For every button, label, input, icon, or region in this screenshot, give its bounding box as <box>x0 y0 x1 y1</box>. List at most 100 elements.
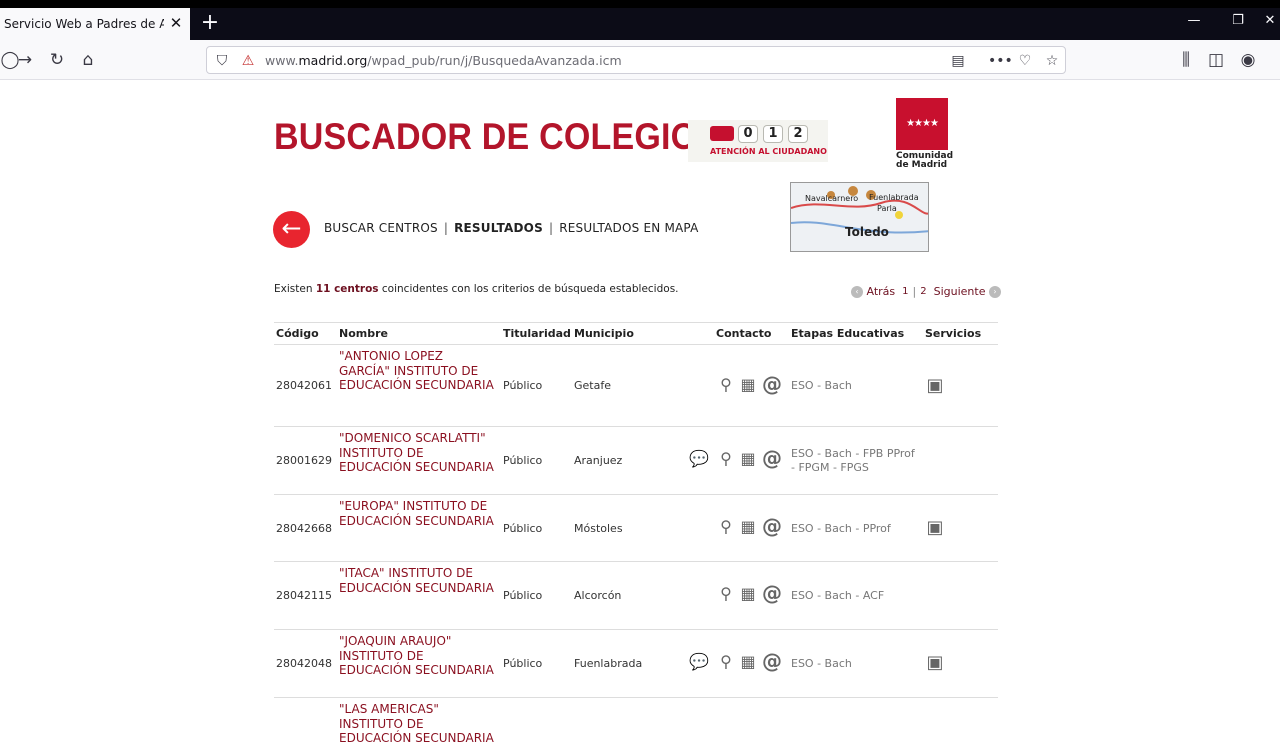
at-sign-icon[interactable]: @ <box>761 448 783 468</box>
cell-nombre-link[interactable]: "DOMENICO SCARLATTI" INSTITUTO DE EDUCAC… <box>339 431 497 475</box>
pager-back-link[interactable]: Atrás <box>867 285 896 298</box>
at-sign-icon[interactable]: @ <box>761 583 783 603</box>
reload-icon[interactable]: ↻ <box>47 50 67 70</box>
bookmark-star-icon[interactable]: ☆ <box>1043 52 1061 70</box>
account-icon[interactable]: ◉ <box>1238 50 1258 70</box>
cell-municipio: Aranjuez <box>574 454 623 467</box>
shield-icon[interactable]: ⛉ <box>213 52 231 70</box>
cell-codigo: 28042061 <box>276 379 332 392</box>
results-table: Código Nombre Titularidad Municipio Cont… <box>274 322 998 745</box>
prev-circle-icon[interactable]: ‹ <box>851 285 863 298</box>
at-sign-icon[interactable]: @ <box>761 374 783 394</box>
attention-badge[interactable]: 0 1 2 ATENCIÓN AL CIUDADANO <box>688 120 828 162</box>
browser-tab[interactable]: Servicio Web a Padres de Alumnos ✕ <box>0 8 190 40</box>
home-icon[interactable]: ⌂ <box>78 50 98 70</box>
cell-codigo: 28042048 <box>276 657 332 670</box>
table-row[interactable]: 28042668 "EUROPA" INSTITUTO DE EDUCACIÓN… <box>274 495 998 562</box>
cell-titularidad: Público <box>503 522 543 535</box>
cell-titularidad: Público <box>503 379 543 392</box>
cell-titularidad: Público <box>503 589 543 602</box>
url-bar[interactable]: ⛉ ⚠ www.madrid.org/wpad_pub/run/j/Busque… <box>206 46 1066 74</box>
more-actions-icon[interactable]: ••• <box>988 52 1013 70</box>
cell-etapas: ESO - Bach - FPB PProf - FPGM - FPGS <box>791 447 915 474</box>
cell-etapas: ESO - Bach - ACF <box>791 589 885 602</box>
header-etapas: Etapas Educativas <box>791 327 905 340</box>
restore-icon[interactable]: ❐ <box>1230 13 1246 29</box>
cell-etapas: ESO - Bach - PProf <box>791 522 891 535</box>
reader-view-icon[interactable]: ▤ <box>949 52 967 70</box>
cell-codigo: 28001629 <box>276 454 332 467</box>
pocket-icon[interactable]: ♡ <box>1016 52 1034 70</box>
map-label: Parla <box>877 204 897 213</box>
table-row[interactable]: 28042048 "JOAQUIN ARAUJO" INSTITUTO DE E… <box>274 630 998 698</box>
badge-digit: 0 <box>738 125 758 143</box>
header-titularidad: Titularidad <box>503 327 571 340</box>
map-city-label: Toledo <box>845 225 889 239</box>
cell-nombre-link[interactable]: "ANTONIO LOPEZ GARCÍA" INSTITUTO DE EDUC… <box>339 349 497 393</box>
at-sign-icon[interactable]: @ <box>761 516 783 536</box>
url-text[interactable]: www.madrid.org/wpad_pub/run/j/BusquedaAv… <box>265 53 622 68</box>
cell-titularidad: Público <box>503 454 543 467</box>
nav-resultados-mapa[interactable]: RESULTADOS EN MAPA <box>559 221 698 235</box>
page-title: BUSCADOR DE COLEGIOS <box>274 116 721 157</box>
phone-icon <box>710 126 734 141</box>
bus-icon[interactable]: ▣ <box>926 518 944 538</box>
table-row[interactable]: 28042115 "ITACA" INSTITUTO DE EDUCACIÓN … <box>274 562 998 630</box>
cell-nombre-link[interactable]: "JOAQUIN ARAUJO" INSTITUTO DE EDUCACIÓN … <box>339 634 497 678</box>
map-pin-icon[interactable]: ⚲ <box>717 652 735 672</box>
pager-page-1[interactable]: 1 <box>902 286 908 297</box>
results-summary: Existen 11 centros coincidentes con los … <box>274 283 679 295</box>
cell-titularidad: Público <box>503 657 543 670</box>
nav-buscar-centros[interactable]: BUSCAR CENTROS <box>324 221 438 235</box>
back-button[interactable]: ← <box>273 211 310 248</box>
phone-fax-icon[interactable]: ▦ <box>739 584 757 604</box>
badge-digit: 2 <box>788 125 808 143</box>
table-row[interactable]: "LAS AMERICAS" INSTITUTO DE EDUCACIÓN SE… <box>274 698 998 745</box>
pager-next-link[interactable]: Siguiente <box>934 285 986 298</box>
library-icon[interactable]: ⫼ <box>1176 50 1196 70</box>
map-pin-icon[interactable]: ⚲ <box>717 449 735 469</box>
table-row[interactable]: 28042061 "ANTONIO LOPEZ GARCÍA" INSTITUT… <box>274 345 998 427</box>
sidebar-icon[interactable]: ◫ <box>1206 50 1226 70</box>
arrow-left-icon: ← <box>281 214 302 242</box>
tab-title: Servicio Web a Padres de Alumnos <box>4 17 164 31</box>
cell-municipio: Alcorcón <box>574 589 622 602</box>
insecure-lock-icon[interactable]: ⚠ <box>239 52 257 70</box>
phone-fax-icon[interactable]: ▦ <box>739 375 757 395</box>
header-codigo: Código <box>276 327 319 340</box>
map-pin-icon[interactable]: ⚲ <box>717 584 735 604</box>
at-sign-icon[interactable]: @ <box>761 651 783 671</box>
bus-icon[interactable]: ▣ <box>926 653 944 673</box>
cell-nombre-link[interactable]: "EUROPA" INSTITUTO DE EDUCACIÓN SECUNDAR… <box>339 499 497 528</box>
forward-arrow-icon[interactable]: → <box>15 50 35 70</box>
new-tab-plus-icon[interactable]: + <box>199 12 221 34</box>
window-close-icon[interactable]: ✕ <box>1262 13 1278 29</box>
phone-fax-icon[interactable]: ▦ <box>739 449 757 469</box>
cell-codigo: 28042115 <box>276 589 332 602</box>
minimize-icon[interactable]: — <box>1186 13 1202 29</box>
map-thumbnail[interactable]: Navalcarnero Fuenlabrada Parla Toledo <box>790 182 929 252</box>
cell-nombre-link[interactable]: "LAS AMERICAS" INSTITUTO DE EDUCACIÓN SE… <box>339 702 497 746</box>
table-row[interactable]: 28001629 "DOMENICO SCARLATTI" INSTITUTO … <box>274 427 998 495</box>
pager-page-2[interactable]: 2 <box>920 286 926 297</box>
comunidad-madrid-logo[interactable]: ★★★★ <box>896 98 948 150</box>
phone-fax-icon[interactable]: ▦ <box>739 652 757 672</box>
bus-icon[interactable]: ▣ <box>926 376 944 396</box>
pagination: ‹ Atrás 1 | 2 Siguiente › <box>851 285 1001 298</box>
cell-nombre-link[interactable]: "ITACA" INSTITUTO DE EDUCACIÓN SECUNDARI… <box>339 566 497 595</box>
map-label: Navalcarnero <box>805 194 859 203</box>
cell-etapas: ESO - Bach <box>791 657 852 670</box>
badge-digit: 1 <box>763 125 783 143</box>
nav-resultados[interactable]: RESULTADOS <box>454 221 543 235</box>
map-pin-icon[interactable]: ⚲ <box>717 517 735 537</box>
header-contacto: Contacto <box>716 327 772 340</box>
map-pin-icon[interactable]: ⚲ <box>717 375 735 395</box>
next-circle-icon[interactable]: › <box>988 285 1001 298</box>
cell-municipio: Getafe <box>574 379 611 392</box>
phone-fax-icon[interactable]: ▦ <box>739 517 757 537</box>
chat-icon[interactable]: 💬 <box>688 449 710 469</box>
result-nav: BUSCAR CENTROS | RESULTADOS | RESULTADOS EN … <box>324 221 699 235</box>
chat-icon[interactable]: 💬 <box>688 652 710 672</box>
close-icon[interactable]: ✕ <box>168 15 184 31</box>
logo-caption: Comunidad de Madrid <box>896 151 954 170</box>
